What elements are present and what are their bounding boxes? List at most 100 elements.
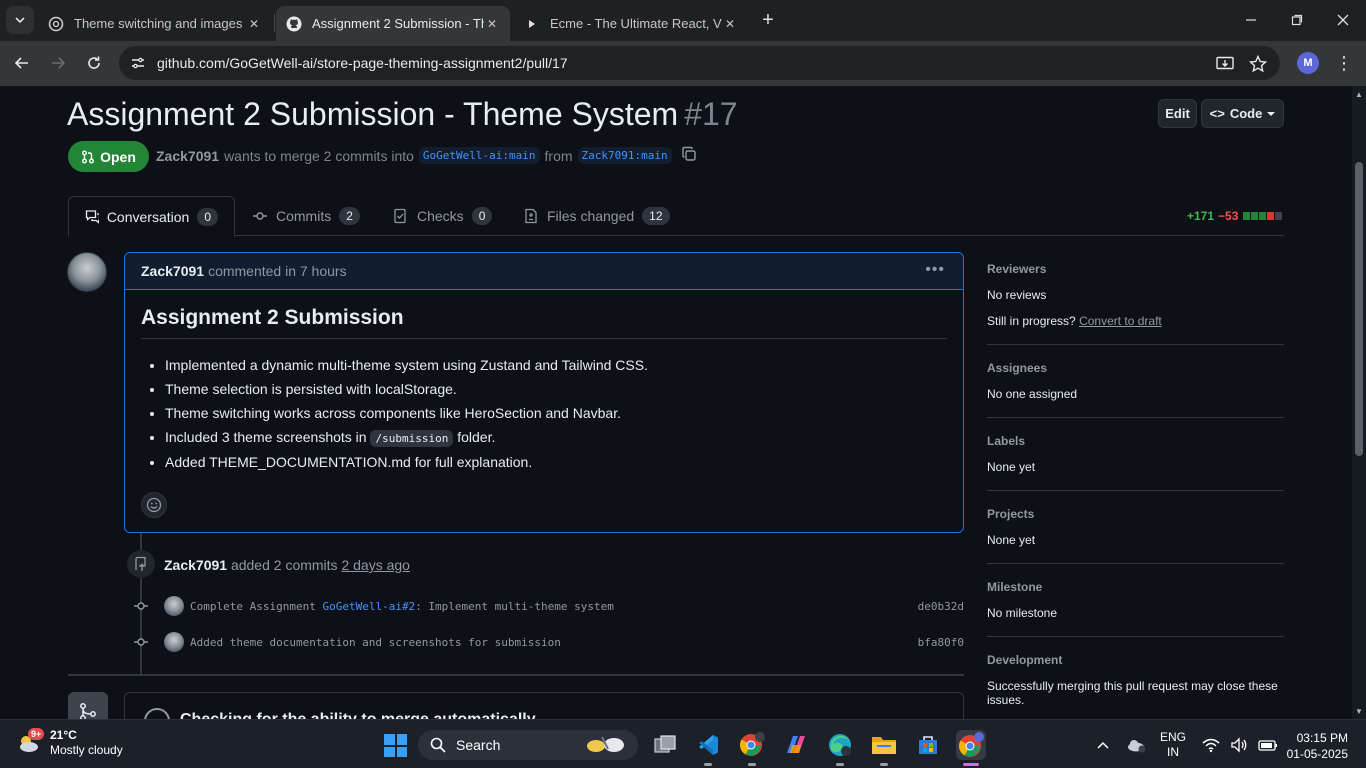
weather-widget[interactable]: 9+ 21°C Mostly cloudy [16, 728, 123, 758]
chrome-profile-icon[interactable] [737, 730, 767, 766]
reload-button[interactable] [80, 49, 108, 77]
running-indicator [963, 763, 979, 766]
timeline-end-divider [68, 674, 964, 676]
browser-tab-3[interactable]: Ecme - The Ultimate React, Vite ✕ [514, 6, 748, 41]
github-pr-page: Assignment 2 Submission - Theme System #1… [0, 86, 1352, 719]
tab-commits[interactable]: Commits 2 [236, 196, 376, 236]
tab-files-changed[interactable]: Files changed 12 [507, 196, 686, 236]
browser-tab-1[interactable]: Theme switching and images ✕ [38, 6, 272, 41]
close-icon[interactable]: ✕ [484, 16, 500, 32]
base-branch[interactable]: GoGetWell-ai:main [418, 147, 540, 164]
pull-request-icon [82, 150, 95, 163]
sidebar-value: Successfully merging this pull request m… [987, 679, 1278, 707]
show-hidden-icons[interactable] [1096, 720, 1110, 768]
scrollbar-thumb[interactable] [1355, 162, 1363, 456]
commit-icon [132, 633, 150, 651]
convert-to-draft-link[interactable]: Convert to draft [1079, 314, 1162, 328]
draft-prompt: Still in progress? Convert to draft [987, 314, 1284, 328]
sidebar-heading[interactable]: Development [987, 653, 1284, 667]
back-button[interactable] [8, 49, 36, 77]
scroll-up-icon[interactable]: ▲ [1355, 90, 1363, 99]
comment-body: Assignment 2 Submission Implemented a dy… [125, 290, 963, 471]
onedrive-icon[interactable] [1126, 720, 1146, 768]
kebab-horizontal-icon[interactable]: ••• [925, 261, 945, 279]
tab-label: Conversation [106, 208, 190, 225]
avatar[interactable] [164, 632, 184, 652]
edit-button[interactable]: Edit [1158, 99, 1197, 128]
browser-toolbar: github.com/GoGetWell-ai/store-page-themi… [0, 41, 1366, 86]
tab-conversation[interactable]: Conversation 0 [68, 196, 235, 237]
sidebar-heading[interactable]: Assignees [987, 361, 1284, 375]
copy-icon[interactable] [681, 146, 697, 165]
github-icon [286, 16, 302, 32]
microsoft-store-icon[interactable] [913, 730, 943, 760]
task-view-icon[interactable] [650, 730, 680, 760]
new-tab-button[interactable]: + [756, 8, 780, 32]
status-label: Open [100, 148, 136, 165]
sidebar-heading[interactable]: Labels [987, 434, 1284, 448]
head-branch[interactable]: Zack7091:main [577, 147, 672, 164]
pr-number: #17 [684, 96, 738, 132]
comment-discussion-icon [85, 209, 99, 224]
tab-counter: 0 [197, 207, 218, 226]
timeline-time-link[interactable]: 2 days ago [341, 557, 410, 573]
wifi-icon [1202, 738, 1220, 752]
chrome-active-icon[interactable] [956, 730, 986, 766]
add-reaction-button[interactable] [141, 492, 167, 518]
file-explorer-icon[interactable] [869, 730, 899, 766]
vscode-icon[interactable] [693, 730, 723, 766]
install-app-icon[interactable] [1214, 53, 1236, 75]
pr-tabs: Conversation 0 Commits 2 Checks 0 Files … [68, 196, 1284, 237]
close-icon[interactable]: ✕ [246, 16, 262, 32]
address-bar[interactable]: github.com/GoGetWell-ai/store-page-themi… [119, 46, 1280, 80]
code-button-label: Code [1229, 106, 1263, 121]
diff-box-add [1243, 212, 1251, 220]
commit-message-text: : Implement multi-theme system [415, 599, 614, 613]
edge-icon[interactable] [825, 730, 855, 766]
avatar[interactable] [67, 252, 107, 292]
sidebar-reviewers: Reviewers No reviews Still in progress? … [987, 262, 1284, 345]
sidebar-heading[interactable]: Reviewers [987, 262, 1284, 276]
system-clock[interactable]: 03:15 PM 01-05-2025 [1282, 730, 1348, 762]
issue-link[interactable]: GoGetWell-ai#2 [322, 600, 415, 613]
browser-menu-icon[interactable]: ⋮ [1334, 52, 1354, 74]
windows-start-icon[interactable] [384, 734, 407, 757]
reload-icon [88, 56, 100, 69]
quick-settings[interactable] [1202, 720, 1278, 768]
tab-label: Files changed [547, 208, 635, 224]
browser-tab-2[interactable]: Assignment 2 Submission - The ✕ [276, 6, 510, 41]
tab-checks[interactable]: Checks 0 [377, 196, 508, 236]
avatar[interactable] [164, 596, 184, 616]
profile-avatar[interactable]: M [1297, 52, 1319, 74]
site-info-icon[interactable] [125, 50, 151, 76]
git-merge-icon [68, 692, 108, 719]
timeline-action: added 2 commits [230, 557, 338, 573]
forward-button[interactable] [44, 49, 72, 77]
search-icon [430, 737, 446, 753]
commit-message[interactable]: Complete Assignment GoGetWell-ai#2: Impl… [190, 600, 904, 613]
timeline-author-link[interactable]: Zack7091 [164, 557, 227, 573]
commit-sha[interactable]: bfa80f0 [904, 636, 964, 649]
pr-meta-text: wants to merge 2 commits into [224, 147, 414, 164]
language-indicator[interactable]: ENG IN [1160, 720, 1186, 768]
taskbar-search[interactable]: Search [418, 730, 638, 760]
minimize-icon [1246, 19, 1256, 21]
running-indicator [704, 763, 712, 766]
tab-search-button[interactable] [6, 6, 34, 34]
code-button[interactable]: <> Code [1201, 99, 1284, 128]
checklist-icon [394, 208, 406, 224]
pr-author-link[interactable]: Zack7091 [156, 148, 219, 164]
close-window-button[interactable] [1320, 0, 1366, 40]
comment-author-link[interactable]: Zack7091 [141, 263, 204, 279]
page-scrollbar[interactable]: ▲ ▼ [1352, 86, 1366, 719]
restore-button[interactable] [1274, 0, 1320, 40]
close-icon[interactable]: ✕ [722, 16, 738, 32]
commit-message[interactable]: Added theme documentation and screenshot… [190, 636, 904, 649]
copilot-icon[interactable] [781, 730, 811, 760]
scroll-down-icon[interactable]: ▼ [1355, 707, 1363, 716]
commit-sha[interactable]: de0b32d [904, 600, 964, 613]
bookmark-star-icon[interactable] [1247, 53, 1269, 75]
sidebar-heading[interactable]: Milestone [987, 580, 1284, 594]
sidebar-heading[interactable]: Projects [987, 507, 1284, 521]
minimize-button[interactable] [1228, 0, 1274, 40]
